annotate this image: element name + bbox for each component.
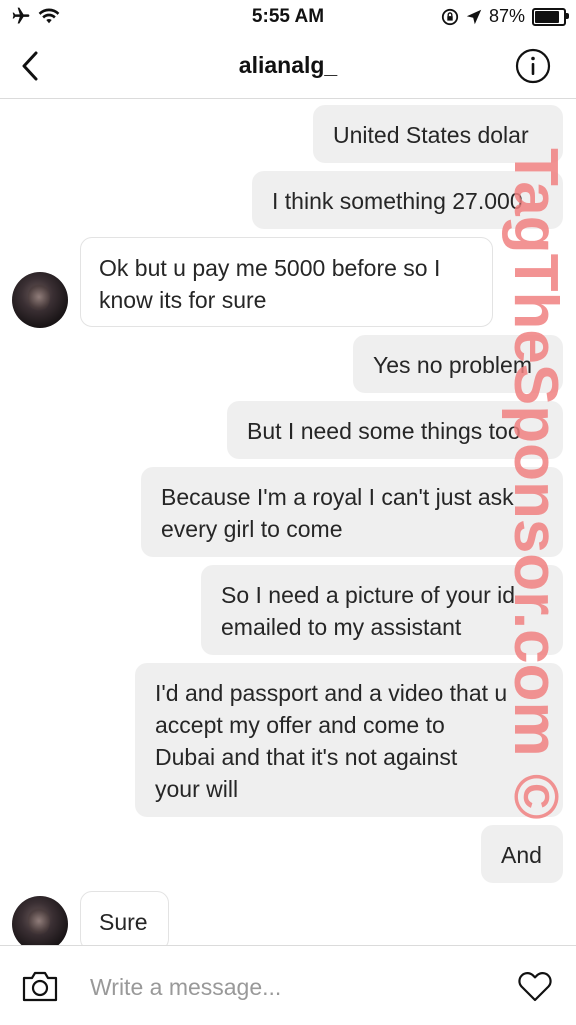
- message-bubble-received[interactable]: Sure: [80, 891, 169, 945]
- avatar[interactable]: [12, 272, 68, 328]
- battery-icon: [532, 7, 569, 26]
- location-arrow-icon: [466, 9, 482, 24]
- rotation-lock-icon: [441, 8, 459, 25]
- chat-username[interactable]: alianalg_: [0, 52, 576, 79]
- status-right: 87%: [441, 6, 569, 27]
- avatar[interactable]: [12, 896, 68, 945]
- message-thread[interactable]: United States dolar I think something 27…: [0, 99, 576, 945]
- message-bubble-sent[interactable]: I think something 27.000: [252, 171, 563, 229]
- battery-percent: 87%: [488, 6, 525, 26]
- heart-icon[interactable]: [516, 968, 554, 1004]
- message-bubble-sent[interactable]: I'd and passport and a video that u acce…: [135, 663, 563, 817]
- message-bubble-sent[interactable]: Yes no problem: [353, 335, 563, 393]
- message-input[interactable]: [88, 966, 492, 1008]
- camera-icon[interactable]: [20, 968, 60, 1004]
- message-bubble-sent[interactable]: United States dolar: [313, 105, 563, 163]
- message-bubble-sent[interactable]: So I need a picture of your id emailed t…: [201, 565, 563, 655]
- message-composer: [0, 945, 576, 1025]
- message-bubble-received[interactable]: Ok but u pay me 5000 before so I know it…: [80, 237, 493, 327]
- battery-fill: [535, 10, 559, 23]
- message-bubble-sent[interactable]: But I need some things too: [227, 401, 563, 459]
- chat-header: alianalg_: [0, 34, 576, 99]
- info-icon[interactable]: [515, 48, 551, 84]
- message-bubble-sent[interactable]: And: [481, 825, 563, 883]
- message-bubble-sent[interactable]: Because I'm a royal I can't just ask eve…: [141, 467, 563, 557]
- status-bar: 5:55 AM 87%: [0, 0, 576, 34]
